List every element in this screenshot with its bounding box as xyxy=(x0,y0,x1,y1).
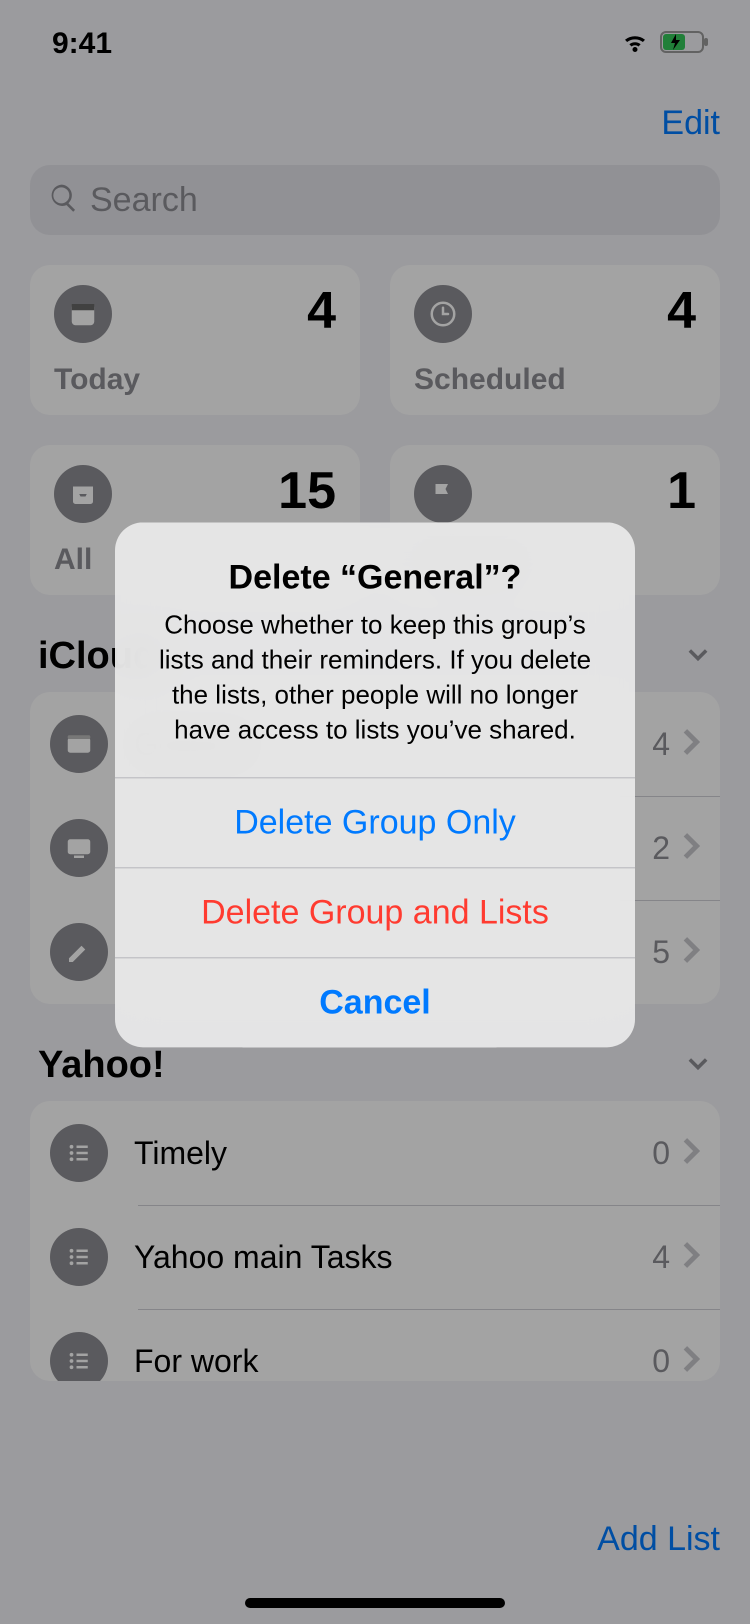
cancel-button[interactable]: Cancel xyxy=(115,958,635,1048)
alert-message: Choose whether to keep this group’s list… xyxy=(143,607,607,747)
delete-group-only-button[interactable]: Delete Group Only xyxy=(115,778,635,868)
alert-title: Delete “General”? xyxy=(143,558,607,597)
delete-alert: Delete “General”? Choose whether to keep… xyxy=(115,522,635,1047)
delete-group-and-lists-button[interactable]: Delete Group and Lists xyxy=(115,868,635,958)
